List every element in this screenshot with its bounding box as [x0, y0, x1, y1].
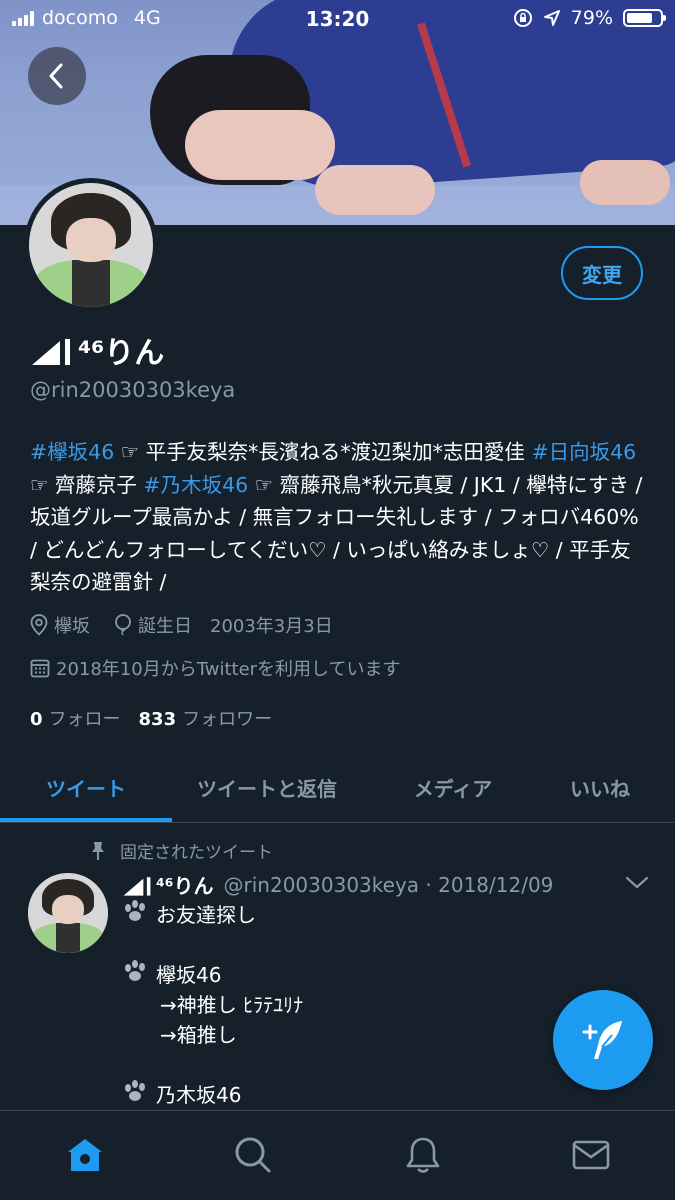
- location-arrow-icon: [543, 10, 560, 26]
- home-icon: [68, 1139, 102, 1171]
- calendar-icon: [30, 659, 50, 678]
- profile-meta: 欅坂 誕生日 2003年3月3日: [30, 612, 333, 638]
- mail-icon: [572, 1140, 610, 1170]
- bio-hashtag[interactable]: #欅坂46: [30, 440, 114, 464]
- tweet-line: [122, 1050, 542, 1080]
- bottom-navigation: [0, 1110, 675, 1200]
- compose-tweet-button[interactable]: [553, 990, 653, 1090]
- tweet-line-text: 乃木坂46: [156, 1083, 242, 1107]
- tweet-line: お友達探し: [122, 900, 542, 930]
- compose-feather-icon: [582, 1021, 622, 1059]
- pin-icon: [92, 841, 104, 860]
- following-link[interactable]: 0 フォロー: [30, 705, 121, 731]
- back-button[interactable]: [28, 47, 86, 105]
- profile-avatar[interactable]: [24, 178, 158, 312]
- battery-icon: [623, 9, 666, 27]
- birthday-date: 2003年3月3日: [210, 616, 333, 637]
- tweet-line: 乃木坂46: [122, 1080, 542, 1110]
- tweet-line: 欅坂46: [122, 960, 542, 990]
- keyakizaka-logo-icon: [32, 339, 70, 365]
- tweet-avatar[interactable]: [28, 873, 108, 953]
- joined-row: 2018年10月からTwitterを利用しています: [30, 655, 401, 681]
- tweet-line-text: 欅坂46: [156, 963, 222, 987]
- balloon-icon: [115, 614, 131, 636]
- profile-name: ⁴⁶りん: [30, 328, 164, 372]
- tweet-text: お友達探し欅坂46 →神推し ﾋﾗﾃﾕﾘﾅ →箱推し乃木坂46: [122, 900, 542, 1110]
- nav-search[interactable]: [233, 1135, 273, 1175]
- paw-prints-icon: [122, 899, 152, 931]
- following-label: フォロー: [48, 709, 121, 730]
- tweet-header: ⁴⁶りん @rin20030303keya · 2018/12/09: [122, 870, 553, 899]
- map-pin-icon: [30, 614, 48, 636]
- bio-hashtag[interactable]: #乃木坂46: [143, 473, 248, 497]
- status-bar: docomo 4G 13:20 79%: [0, 0, 675, 38]
- followers-count: 833: [138, 709, 177, 730]
- tweet-line: →箱推し: [122, 1020, 542, 1050]
- pinned-label: 固定されたツイート: [120, 843, 273, 863]
- tweet-author-name: ⁴⁶りん: [156, 874, 214, 898]
- followers-label: フォロワー: [182, 709, 273, 730]
- nav-notifications[interactable]: [403, 1135, 443, 1175]
- tab-media[interactable]: メディア: [362, 752, 544, 822]
- followers-link[interactable]: 833 フォロワー: [139, 705, 273, 731]
- location-text: 欅坂: [54, 616, 90, 637]
- tab-likes[interactable]: いいね: [544, 752, 656, 822]
- profile-bio: #欅坂46 ☞ 平手友梨奈*長濱ねる*渡辺梨加*志田愛佳 #日向坂46 ☞ 齊藤…: [30, 436, 650, 599]
- bell-icon: [406, 1137, 440, 1173]
- tweet-more-button[interactable]: [624, 872, 650, 896]
- search-icon: [235, 1137, 271, 1173]
- tweet-line-text: →神推し ﾋﾗﾃﾕﾘﾅ: [160, 993, 304, 1017]
- tab-tweets-and-replies[interactable]: ツイートと返信: [172, 752, 362, 822]
- tweet-line-text: →箱推し: [160, 1023, 237, 1047]
- tweet-handle-date: @rin20030303keya · 2018/12/09: [223, 872, 554, 897]
- bio-text: ☞ 平手友梨奈*長濱ねる*渡辺梨加*志田愛佳: [114, 440, 532, 464]
- paw-prints-icon: [122, 959, 152, 991]
- joined-text: 2018年10月からTwitterを利用しています: [56, 659, 401, 680]
- tweet-line: [122, 930, 542, 960]
- follow-counts: 0 フォロー 833 フォロワー: [30, 705, 272, 731]
- tweet-line-text: お友達探し: [156, 903, 256, 927]
- rotation-lock-icon: [513, 9, 532, 27]
- profile-tabs: ツイート ツイートと返信 メディア いいね: [0, 752, 675, 823]
- edit-profile-button[interactable]: 変更: [561, 246, 643, 300]
- active-tab-indicator: [0, 818, 172, 822]
- display-name: ⁴⁶りん: [78, 336, 165, 371]
- battery-percent: 79%: [570, 7, 613, 29]
- tweet-line: →神推し ﾋﾗﾃﾕﾘﾅ: [122, 990, 542, 1020]
- tab-tweets[interactable]: ツイート: [0, 752, 172, 822]
- nav-messages[interactable]: [571, 1135, 611, 1175]
- pinned-label-row: 固定されたツイート: [90, 838, 273, 863]
- chevron-left-icon: [49, 63, 63, 89]
- nav-home[interactable]: [65, 1135, 105, 1175]
- chevron-down-icon: [625, 876, 649, 889]
- profile-handle: @rin20030303keya: [30, 378, 236, 402]
- keyakizaka-logo-icon: [123, 876, 151, 896]
- paw-prints-icon: [122, 1079, 152, 1111]
- following-count: 0: [30, 709, 43, 730]
- birthday-label: 誕生日: [138, 616, 192, 637]
- bio-hashtag[interactable]: #日向坂46: [531, 440, 636, 464]
- status-right: 79%: [513, 7, 666, 29]
